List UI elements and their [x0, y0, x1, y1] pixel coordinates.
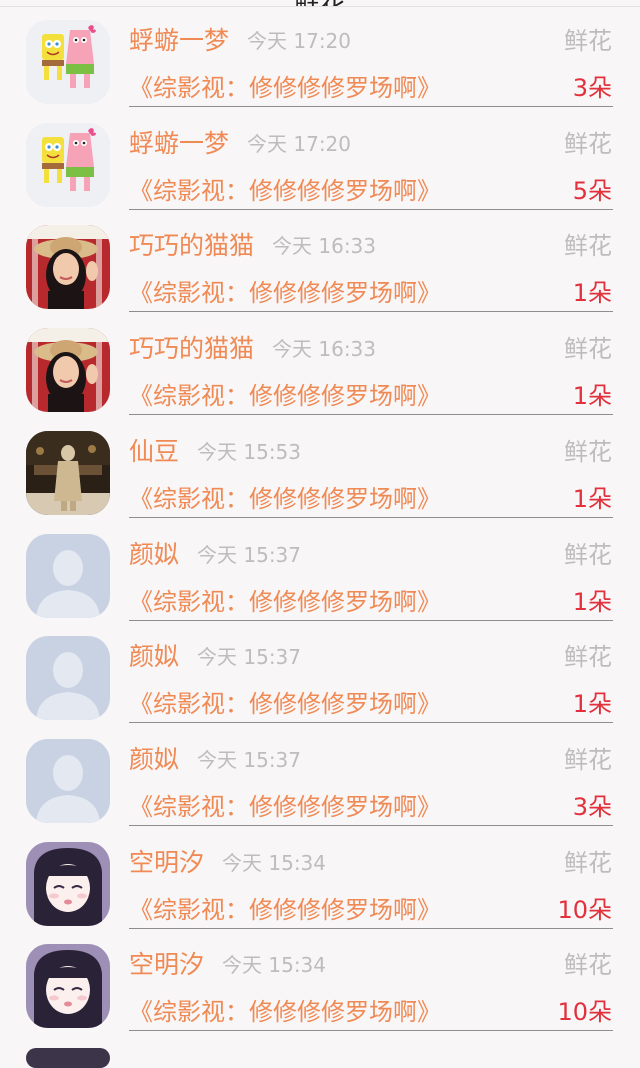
- user-name[interactable]: 空明汐 今天 15:34: [129, 846, 326, 880]
- user-name-text: 蜉蝣一梦: [129, 129, 230, 158]
- user-name-text: 蜉蝣一梦: [129, 26, 230, 55]
- user-name[interactable]: 空明汐 今天 15:34: [129, 948, 326, 982]
- timestamp: 今天 15:37: [197, 748, 302, 772]
- timestamp: 今天 15:53: [197, 440, 302, 464]
- timestamp: 今天 15:34: [222, 953, 327, 977]
- flower-record-row[interactable]: 颜姒 今天 15:37 鲜花《综影视：修修修修罗场啊》 1朵: [0, 616, 640, 723]
- book-title[interactable]: 《综影视：修修修修罗场啊》: [129, 481, 441, 517]
- book-title[interactable]: 《综影视：修修修修罗场啊》: [129, 584, 441, 620]
- anime-girl-avatar-icon: [26, 944, 110, 1028]
- timestamp: 今天 16:33: [272, 337, 377, 361]
- flower-count: 3朵: [572, 74, 612, 102]
- row-divider: [129, 1030, 613, 1031]
- flower-count: 1朵: [572, 382, 612, 410]
- flower-count: 1朵: [572, 690, 612, 718]
- user-name[interactable]: 蜉蝣一梦 今天 17:20: [129, 24, 351, 58]
- flower-record-row[interactable]: 空明汐 今天 15:34 鲜花《综影视：修修修修罗场啊》 10朵: [0, 822, 640, 929]
- flower-count: 1朵: [572, 485, 612, 513]
- user-avatar[interactable]: [26, 123, 110, 207]
- user-avatar[interactable]: [26, 225, 110, 309]
- gift-type: 鲜花: [564, 746, 612, 774]
- flower-count: 10朵: [557, 896, 612, 924]
- book-title[interactable]: 《综影视：修修修修罗场啊》: [129, 70, 441, 106]
- woman-photo-avatar-icon: [26, 225, 110, 309]
- flower-record-row[interactable]: 颜姒 今天 15:37 鲜花《综影视：修修修修罗场啊》 3朵: [0, 719, 640, 826]
- flower-count: 10朵: [557, 998, 612, 1026]
- user-avatar[interactable]: [26, 431, 110, 515]
- user-name[interactable]: 巧巧的猫猫 今天 16:33: [129, 332, 376, 366]
- timestamp: 今天 16:33: [272, 234, 377, 258]
- user-avatar[interactable]: [26, 328, 110, 412]
- user-name[interactable]: 颜姒 今天 15:37: [129, 538, 301, 572]
- user-name[interactable]: 颜姒 今天 15:37: [129, 743, 301, 777]
- flower-record-row[interactable]: 颜姒 今天 15:37 鲜花《综影视：修修修修罗场啊》 1朵: [0, 514, 640, 621]
- user-name[interactable]: 蜉蝣一梦 今天 17:20: [129, 127, 351, 161]
- user-name-text: 巧巧的猫猫: [129, 334, 255, 363]
- user-avatar[interactable]: [26, 534, 110, 618]
- flower-record-row[interactable]: 仙豆 今天 15:53 鲜花《综影视：修修修修罗场啊》 1朵: [0, 411, 640, 518]
- gift-type: 鲜花: [564, 27, 612, 55]
- book-title[interactable]: 《综影视：修修修修罗场啊》: [129, 275, 441, 311]
- user-avatar[interactable]: [26, 20, 110, 104]
- spongebob-avatar-icon: [26, 123, 110, 207]
- book-title[interactable]: 《综影视：修修修修罗场啊》: [129, 686, 441, 722]
- flower-record-row[interactable]: 空明汐 今天 15:34 鲜花《综影视：修修修修罗场啊》 10朵: [0, 924, 640, 1031]
- flower-count: 1朵: [572, 588, 612, 616]
- user-name-text: 颜姒: [129, 540, 180, 569]
- flower-record-row[interactable]: 蜉蝣一梦 今天 17:20 鲜花《综影视：修修修修罗场啊》 3朵: [0, 0, 640, 107]
- flower-count: 3朵: [572, 793, 612, 821]
- gift-type: 鲜花: [564, 849, 612, 877]
- default-user-avatar-icon: [26, 739, 110, 823]
- gift-type: 鲜花: [564, 951, 612, 979]
- book-title[interactable]: 《综影视：修修修修罗场啊》: [129, 173, 441, 209]
- timestamp: 今天 15:34: [222, 851, 327, 875]
- anime-girl-avatar-icon: [26, 842, 110, 926]
- flower-record-row[interactable]: 巧巧的猫猫 今天 16:33 鲜花《综影视：修修修修罗场啊》 1朵: [0, 205, 640, 312]
- woman-photo-avatar-icon: [26, 328, 110, 412]
- book-title[interactable]: 《综影视：修修修修罗场啊》: [129, 994, 441, 1030]
- gift-type: 鲜花: [564, 643, 612, 671]
- user-name[interactable]: 仙豆 今天 15:53: [129, 435, 301, 469]
- timestamp: 今天 17:20: [247, 29, 352, 53]
- user-name-text: 空明汐: [129, 950, 205, 979]
- book-title[interactable]: 《综影视：修修修修罗场啊》: [129, 892, 441, 928]
- spongebob-avatar-icon: [26, 20, 110, 104]
- statue-photo-avatar-icon: [26, 431, 110, 515]
- user-name-text: 颜姒: [129, 642, 180, 671]
- gift-type: 鲜花: [564, 541, 612, 569]
- flower-count: 5朵: [572, 177, 612, 205]
- user-name[interactable]: 巧巧的猫猫 今天 16:33: [129, 229, 376, 263]
- gift-type: 鲜花: [564, 438, 612, 466]
- user-name-text: 颜姒: [129, 745, 180, 774]
- gift-type: 鲜花: [564, 232, 612, 260]
- default-user-avatar-icon: [26, 534, 110, 618]
- next-row-avatar-peek: [26, 1048, 110, 1068]
- user-name-text: 空明汐: [129, 848, 205, 877]
- flower-record-row[interactable]: 巧巧的猫猫 今天 16:33 鲜花《综影视：修修修修罗场啊》 1朵: [0, 308, 640, 415]
- book-title[interactable]: 《综影视：修修修修罗场啊》: [129, 378, 441, 414]
- default-user-avatar-icon: [26, 636, 110, 720]
- user-name-text: 巧巧的猫猫: [129, 231, 255, 260]
- gift-type: 鲜花: [564, 335, 612, 363]
- book-title[interactable]: 《综影视：修修修修罗场啊》: [129, 789, 441, 825]
- user-avatar[interactable]: [26, 739, 110, 823]
- timestamp: 今天 17:20: [247, 132, 352, 156]
- timestamp: 今天 15:37: [197, 645, 302, 669]
- user-name-text: 仙豆: [129, 437, 180, 466]
- flower-count: 1朵: [572, 279, 612, 307]
- flower-record-row[interactable]: 蜉蝣一梦 今天 17:20 鲜花《综影视：修修修修罗场啊》 5朵: [0, 103, 640, 210]
- user-avatar[interactable]: [26, 842, 110, 926]
- timestamp: 今天 15:37: [197, 543, 302, 567]
- user-avatar[interactable]: [26, 944, 110, 1028]
- user-avatar[interactable]: [26, 636, 110, 720]
- user-name[interactable]: 颜姒 今天 15:37: [129, 640, 301, 674]
- gift-type: 鲜花: [564, 130, 612, 158]
